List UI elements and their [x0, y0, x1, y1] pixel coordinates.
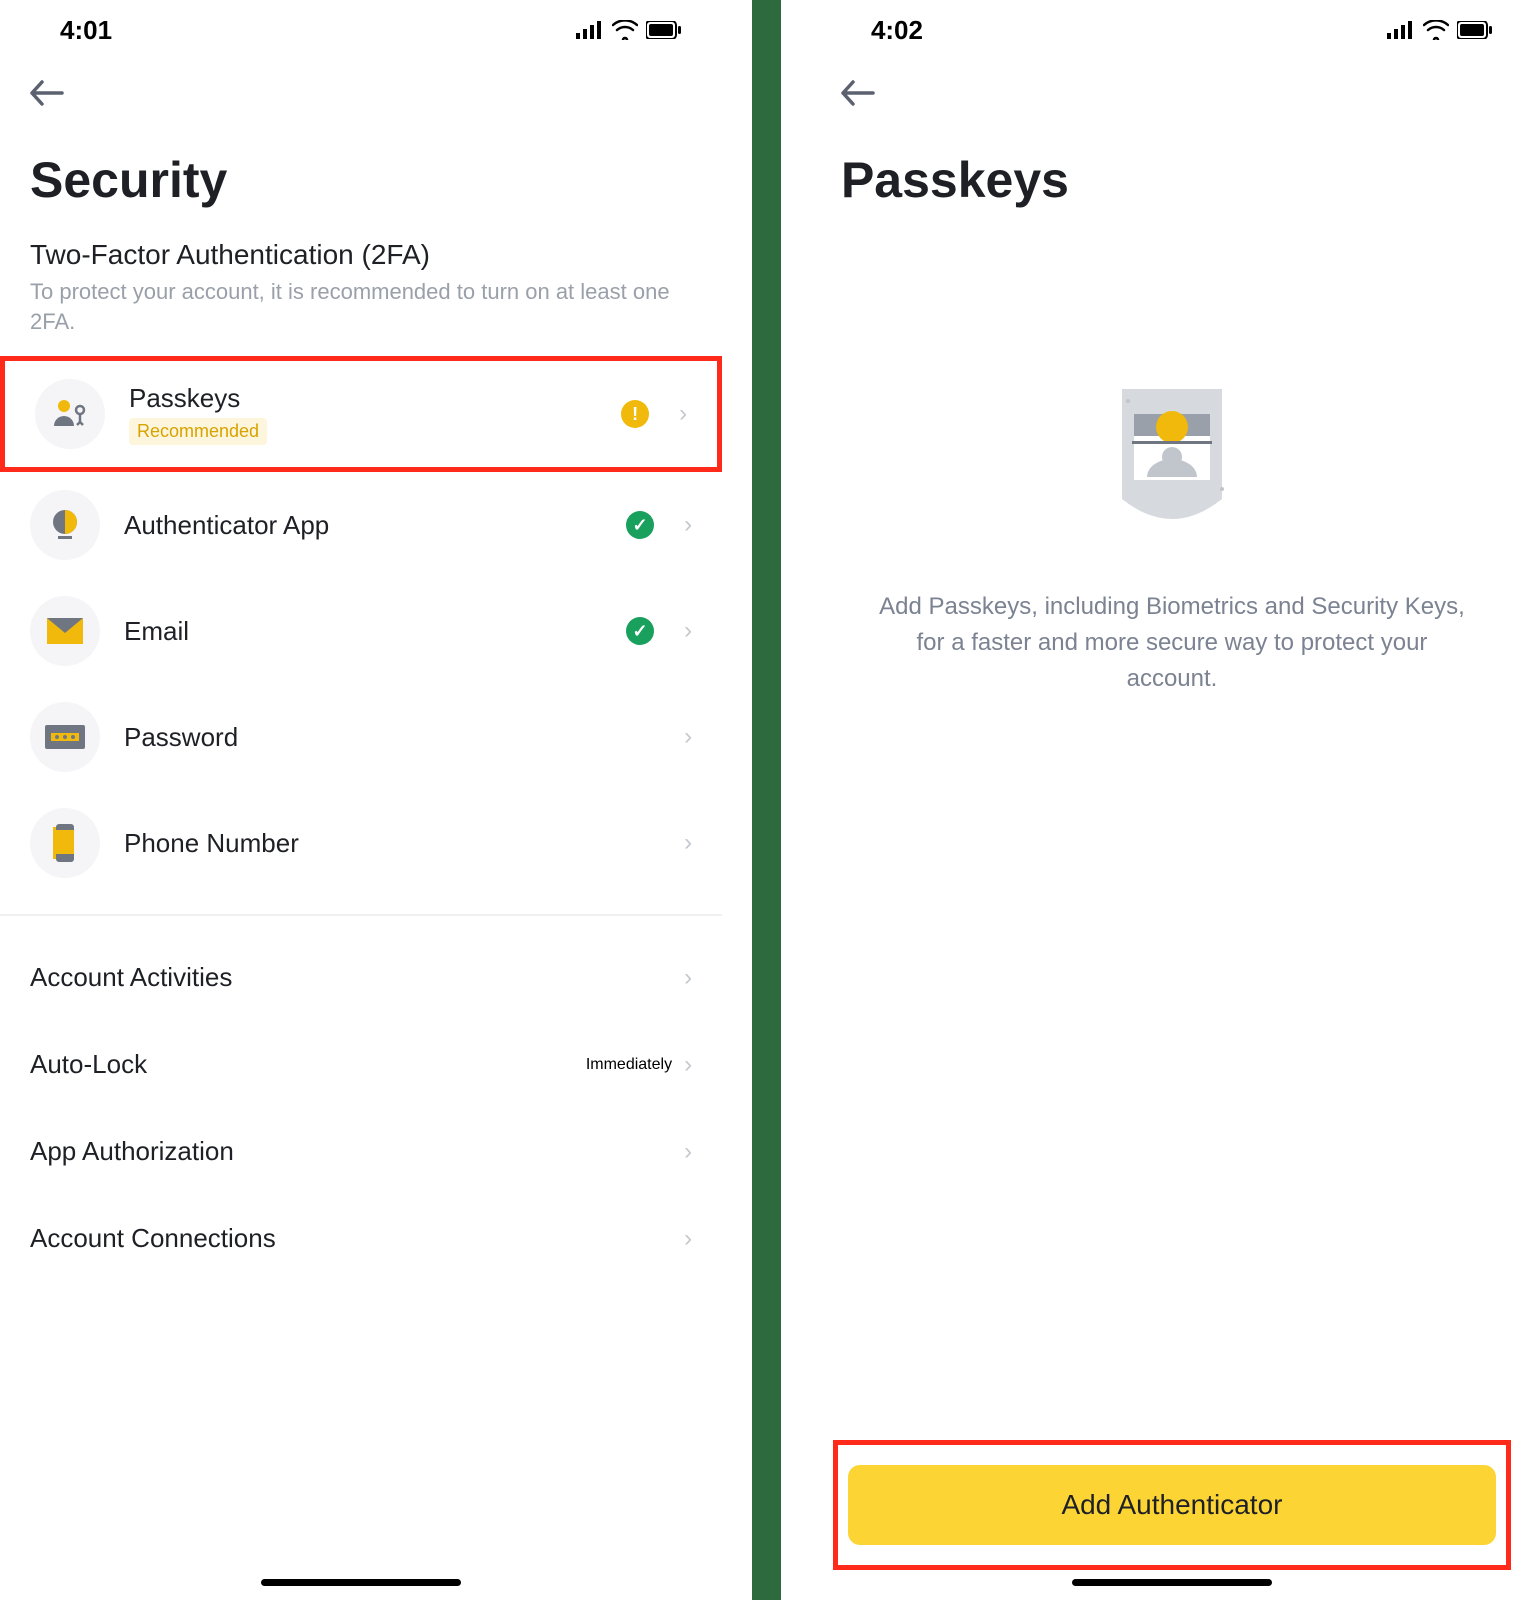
chevron-right-icon: ›: [684, 964, 692, 992]
row-value: Immediately: [586, 1056, 672, 1074]
page-title: Security: [0, 131, 722, 239]
section-title: Two-Factor Authentication (2FA): [0, 239, 722, 271]
row-app-authorization[interactable]: App Authorization ›: [0, 1108, 722, 1195]
security-item-email[interactable]: Email ✓ ›: [0, 578, 722, 684]
passkeys-icon: [35, 379, 105, 449]
chevron-right-icon: ›: [684, 617, 692, 645]
status-icons: [1387, 20, 1493, 40]
passkey-illustration: [1092, 379, 1252, 559]
chevron-right-icon: ›: [684, 1225, 692, 1253]
password-icon: [30, 702, 100, 772]
home-indicator: [261, 1579, 461, 1586]
divider: [0, 914, 722, 916]
status-bar: 4:01: [0, 0, 722, 60]
chevron-right-icon: ›: [684, 829, 692, 857]
status-icons: [576, 20, 682, 40]
home-indicator: [1072, 1579, 1272, 1586]
item-label: Password: [124, 722, 660, 753]
row-label: App Authorization: [30, 1136, 234, 1167]
status-bar: 4:02: [811, 0, 1533, 60]
back-arrow-icon[interactable]: [30, 80, 64, 106]
screen-divider: [752, 0, 781, 1600]
battery-icon: [646, 21, 682, 39]
authenticator-icon: [30, 490, 100, 560]
security-item-phone[interactable]: Phone Number ›: [0, 790, 722, 896]
check-icon: ✓: [626, 511, 654, 539]
cta-highlight: Add Authenticator: [833, 1440, 1511, 1570]
chevron-right-icon: ›: [679, 400, 687, 428]
chevron-right-icon: ›: [684, 511, 692, 539]
row-auto-lock[interactable]: Auto-Lock Immediately ›: [0, 1021, 722, 1108]
status-time: 4:02: [871, 15, 923, 46]
section-subtitle: To protect your account, it is recommend…: [0, 271, 722, 356]
cellular-icon: [576, 21, 604, 39]
row-label: Auto-Lock: [30, 1049, 147, 1080]
wifi-icon: [1423, 20, 1449, 40]
item-label: Passkeys: [129, 383, 597, 414]
recommended-badge: Recommended: [129, 418, 267, 445]
row-label: Account Connections: [30, 1223, 276, 1254]
row-label: Account Activities: [30, 962, 232, 993]
chevron-right-icon: ›: [684, 1051, 692, 1079]
battery-icon: [1457, 21, 1493, 39]
chevron-right-icon: ›: [684, 1138, 692, 1166]
chevron-right-icon: ›: [684, 723, 692, 751]
item-label: Authenticator App: [124, 510, 602, 541]
check-icon: ✓: [626, 617, 654, 645]
row-account-connections[interactable]: Account Connections ›: [0, 1195, 722, 1282]
wifi-icon: [612, 20, 638, 40]
row-account-activities[interactable]: Account Activities ›: [0, 934, 722, 1021]
status-time: 4:01: [60, 15, 112, 46]
passkeys-description: Add Passkeys, including Biometrics and S…: [811, 559, 1533, 727]
back-arrow-icon[interactable]: [841, 80, 875, 106]
phone-icon: [30, 808, 100, 878]
passkeys-screen: 4:02 Passkeys Add Passkeys, including Bi…: [811, 0, 1533, 1600]
cellular-icon: [1387, 21, 1415, 39]
add-authenticator-button[interactable]: Add Authenticator: [848, 1465, 1496, 1545]
security-item-password[interactable]: Password ›: [0, 684, 722, 790]
item-label: Phone Number: [124, 828, 660, 859]
page-title: Passkeys: [811, 131, 1533, 239]
email-icon: [30, 596, 100, 666]
security-screen: 4:01 Security Two-Factor Authentication …: [0, 0, 722, 1600]
security-item-passkeys[interactable]: Passkeys Recommended ! ›: [0, 356, 722, 472]
security-item-authenticator[interactable]: Authenticator App ✓ ›: [0, 472, 722, 578]
warning-icon: !: [621, 400, 649, 428]
item-label: Email: [124, 616, 602, 647]
